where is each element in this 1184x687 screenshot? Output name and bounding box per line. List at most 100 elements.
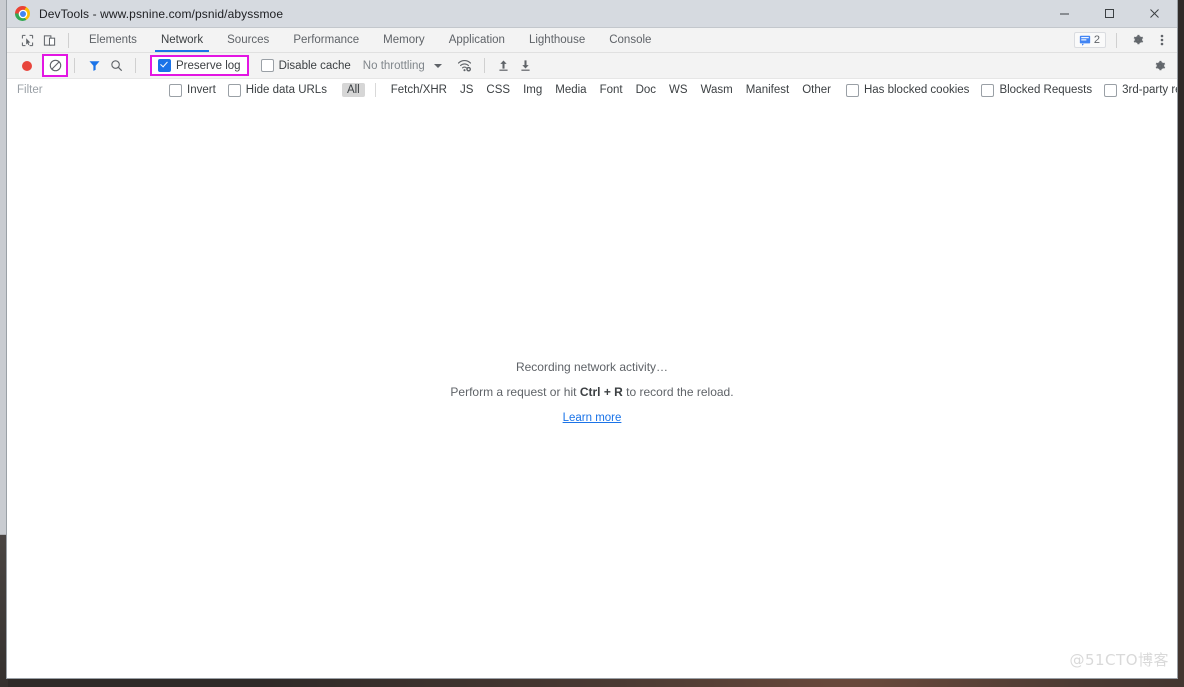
- tab-lighthouse[interactable]: Lighthouse: [517, 28, 597, 52]
- search-button[interactable]: [105, 55, 127, 77]
- network-settings-gear-icon: [1153, 59, 1167, 73]
- disable-cache-label: Disable cache: [279, 60, 351, 72]
- close-button[interactable]: [1132, 0, 1177, 27]
- invert-checkbox-box[interactable]: [169, 84, 182, 97]
- empty-state-hint-suffix: to record the reload.: [623, 385, 734, 399]
- chip-js[interactable]: JS: [455, 83, 478, 97]
- extra-filter-checkboxes: Has blocked cookies Blocked Requests 3rd…: [846, 84, 1177, 97]
- kebab-menu-icon: [1155, 33, 1169, 47]
- invert-checkbox[interactable]: Invert: [169, 84, 216, 97]
- clear-log-icon: [49, 59, 62, 72]
- console-message-badge[interactable]: 2: [1074, 32, 1106, 48]
- recording-status-text: Recording network activity…: [7, 355, 1177, 380]
- tab-console[interactable]: Console: [597, 28, 663, 52]
- resource-type-chips: All Fetch/XHR JS CSS Img Media Font Doc …: [342, 83, 836, 97]
- chip-ws[interactable]: WS: [664, 83, 693, 97]
- chevron-down-icon[interactable]: [434, 64, 442, 68]
- chrome-logo-icon: [15, 6, 30, 21]
- third-party-requests-checkbox-box[interactable]: [1104, 84, 1117, 97]
- import-har-icon: [497, 59, 510, 72]
- inspect-element-icon: [21, 34, 34, 47]
- toolbar-divider-2: [135, 58, 136, 73]
- blocked-requests-label: Blocked Requests: [999, 84, 1092, 96]
- blocked-requests-checkbox-box[interactable]: [981, 84, 994, 97]
- record-button[interactable]: [16, 55, 38, 77]
- device-toolbar-button[interactable]: [38, 29, 60, 51]
- device-toolbar-icon: [43, 34, 56, 47]
- chip-wasm[interactable]: Wasm: [696, 83, 738, 97]
- devtools-more-button[interactable]: [1151, 29, 1173, 51]
- window-controls: [1042, 0, 1177, 27]
- network-toolbar: Preserve log Disable cache No throttling: [7, 53, 1177, 79]
- minimize-button[interactable]: [1042, 0, 1087, 27]
- devtools-tab-strip: Elements Network Sources Performance Mem…: [7, 28, 1177, 53]
- minimize-icon: [1059, 8, 1070, 19]
- maximize-icon: [1104, 8, 1115, 19]
- toolbar-divider-3: [484, 58, 485, 73]
- window-title: DevTools - www.psnine.com/psnid/abyssmoe: [39, 7, 283, 21]
- tab-network[interactable]: Network: [149, 28, 215, 52]
- learn-more-link[interactable]: Learn more: [563, 412, 622, 424]
- maximize-button[interactable]: [1087, 0, 1132, 27]
- chip-manifest[interactable]: Manifest: [741, 83, 794, 97]
- tab-performance[interactable]: Performance: [281, 28, 371, 52]
- wifi-settings-icon: [457, 58, 472, 73]
- chip-img[interactable]: Img: [518, 83, 547, 97]
- disable-cache-checkbox-box[interactable]: [261, 59, 274, 72]
- tab-memory[interactable]: Memory: [371, 28, 437, 52]
- chip-css[interactable]: CSS: [481, 83, 515, 97]
- throttling-select[interactable]: No throttling: [363, 60, 425, 72]
- network-settings-button[interactable]: [1149, 55, 1171, 77]
- chip-other[interactable]: Other: [797, 83, 836, 97]
- tabstrip-actions: 2: [1074, 28, 1173, 52]
- console-message-icon: [1079, 34, 1091, 46]
- empty-state-hint-prefix: Perform a request or hit: [450, 385, 579, 399]
- tab-application[interactable]: Application: [437, 28, 517, 52]
- inspect-element-button[interactable]: [16, 29, 38, 51]
- toolbar-divider: [68, 33, 69, 48]
- tab-elements[interactable]: Elements: [77, 28, 149, 52]
- learn-more-row: Learn more: [7, 405, 1177, 431]
- filter-button[interactable]: [83, 55, 105, 77]
- hide-data-urls-checkbox[interactable]: Hide data URLs: [228, 84, 327, 97]
- watermark-text: @51CTO博客: [1069, 649, 1169, 670]
- chip-all[interactable]: All: [342, 83, 365, 97]
- devtools-window: DevTools - www.psnine.com/psnid/abyssmoe: [7, 0, 1177, 678]
- has-blocked-cookies-checkbox[interactable]: Has blocked cookies: [846, 84, 969, 97]
- export-har-icon: [519, 59, 532, 72]
- chip-font[interactable]: Font: [595, 83, 628, 97]
- third-party-requests-checkbox[interactable]: 3rd-party requests: [1104, 84, 1177, 97]
- blocked-requests-checkbox[interactable]: Blocked Requests: [981, 84, 1092, 97]
- filter-funnel-icon: [88, 59, 101, 72]
- preserve-log-label-wrap[interactable]: Preserve log: [158, 59, 241, 72]
- title-bar: DevTools - www.psnine.com/psnid/abyssmoe: [7, 0, 1177, 28]
- clear-log-button[interactable]: [44, 56, 66, 75]
- preserve-log-checkbox[interactable]: Preserve log: [152, 57, 247, 74]
- chip-media[interactable]: Media: [550, 83, 591, 97]
- chip-fetch-xhr[interactable]: Fetch/XHR: [386, 83, 452, 97]
- network-conditions-button[interactable]: [454, 55, 476, 77]
- chip-doc[interactable]: Doc: [631, 83, 661, 97]
- devtools-settings-button[interactable]: [1127, 29, 1149, 51]
- console-message-count: 2: [1094, 34, 1100, 46]
- empty-state-message: Recording network activity… Perform a re…: [7, 355, 1177, 431]
- third-party-requests-label: 3rd-party requests: [1122, 84, 1177, 96]
- disable-cache-checkbox[interactable]: Disable cache: [261, 59, 351, 72]
- search-icon: [110, 59, 123, 72]
- export-har-button[interactable]: [515, 55, 537, 77]
- filter-input[interactable]: [15, 82, 159, 99]
- hide-data-urls-label: Hide data URLs: [246, 84, 327, 96]
- preserve-log-checkbox-box[interactable]: [158, 59, 171, 72]
- reload-shortcut: Ctrl + R: [580, 385, 623, 399]
- tab-sources[interactable]: Sources: [215, 28, 281, 52]
- network-toolbar-right: [1149, 53, 1171, 78]
- toolbar-divider-1: [74, 58, 75, 73]
- record-button-icon: [22, 61, 32, 71]
- has-blocked-cookies-checkbox-box[interactable]: [846, 84, 859, 97]
- filter-divider-2: [375, 83, 376, 97]
- empty-state-hint: Perform a request or hit Ctrl + R to rec…: [7, 380, 1177, 405]
- panel-tabs: Elements Network Sources Performance Mem…: [77, 28, 663, 52]
- has-blocked-cookies-label: Has blocked cookies: [864, 84, 969, 96]
- import-har-button[interactable]: [493, 55, 515, 77]
- hide-data-urls-checkbox-box[interactable]: [228, 84, 241, 97]
